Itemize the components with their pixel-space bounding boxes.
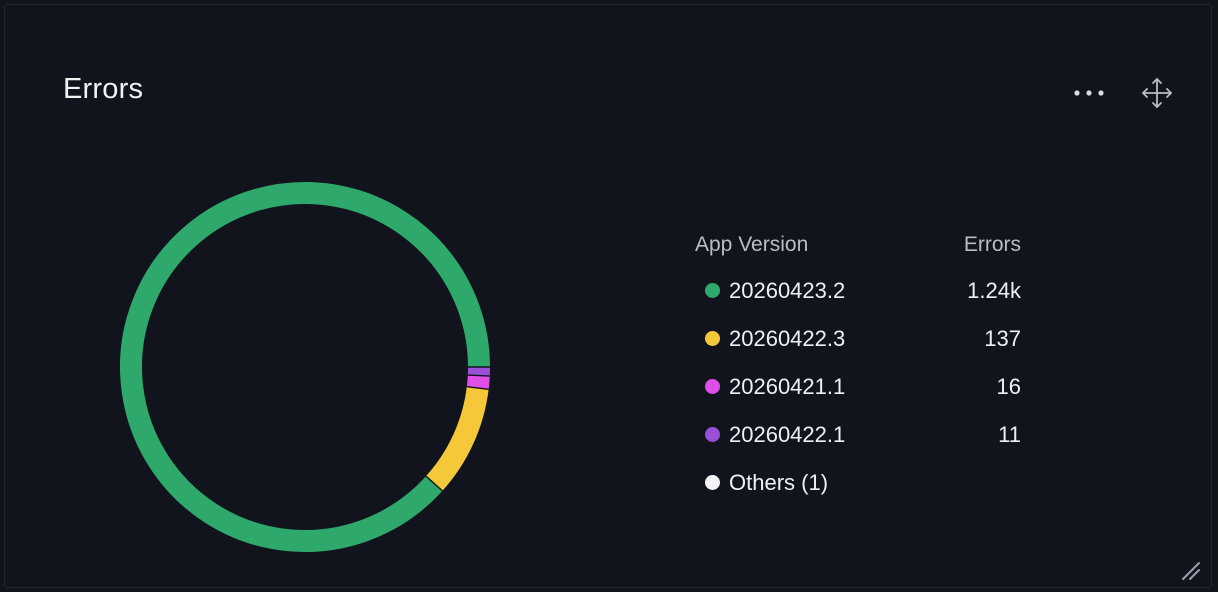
- legend-value: 16: [996, 374, 1021, 399]
- legend-label: 20260422.1: [729, 422, 846, 447]
- legend-header-errors: Errors: [963, 233, 1021, 256]
- chart-legend: App Version Errors 20260423.2 1.24k 2026…: [695, 227, 1035, 503]
- legend-value: 11: [998, 422, 1021, 447]
- legend-label: 20260421.1: [729, 374, 846, 399]
- legend-header: App Version Errors: [695, 227, 1035, 263]
- resize-handle-icon[interactable]: [1179, 559, 1203, 583]
- legend-value: 137: [984, 326, 1021, 351]
- legend-label: Others (1): [729, 470, 829, 495]
- legend-value: 1.24k: [967, 278, 1021, 303]
- legend-row-20260421-1[interactable]: 20260421.1 16: [695, 359, 1035, 407]
- legend-row-20260423-2[interactable]: 20260423.2 1.24k: [695, 263, 1035, 311]
- errors-donut-chart: [120, 182, 490, 552]
- legend-row-others[interactable]: Others (1): [695, 455, 1035, 503]
- errors-panel: Errors App Version Errors 20260423.2 1.2…: [4, 4, 1212, 588]
- legend-row-20260422-3[interactable]: 20260422.3 137: [695, 311, 1035, 359]
- more-horizontal-icon[interactable]: [1069, 85, 1109, 101]
- legend-label: 20260423.2: [729, 278, 846, 303]
- legend-header-app-version: App Version: [695, 233, 809, 256]
- legend-dot: [705, 379, 720, 394]
- legend-dot: [705, 427, 720, 442]
- move-arrows-icon[interactable]: [1139, 75, 1175, 111]
- panel-title: Errors: [63, 73, 144, 105]
- donut-slice-20260423-2[interactable]: [120, 182, 490, 552]
- legend-label: 20260422.3: [729, 326, 846, 351]
- legend-row-20260422-1[interactable]: 20260422.1 11: [695, 407, 1035, 455]
- donut-slice-20260422-3[interactable]: [425, 386, 489, 491]
- legend-dot: [705, 331, 720, 346]
- legend-dot: [705, 283, 720, 298]
- legend-dot: [705, 475, 720, 490]
- donut-slice-20260421-1[interactable]: [466, 374, 490, 390]
